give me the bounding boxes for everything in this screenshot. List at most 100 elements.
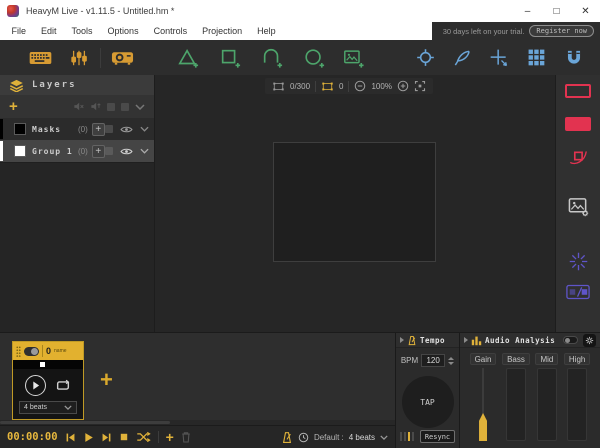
metronome-icon xyxy=(407,335,417,346)
faders-icon[interactable] xyxy=(67,46,91,70)
opacity-icon[interactable] xyxy=(121,103,129,111)
menu-controls[interactable]: Controls xyxy=(146,26,195,36)
add-sequence-transport-button[interactable]: + xyxy=(166,430,174,444)
add-square-icon[interactable] xyxy=(218,46,242,70)
collapse-panel-icon[interactable] xyxy=(400,337,404,343)
layer-color-swatch[interactable] xyxy=(14,123,26,135)
visibility-eye-icon[interactable] xyxy=(120,125,133,134)
skip-back-icon[interactable] xyxy=(65,432,76,443)
expand-layer-chevron-icon[interactable] xyxy=(140,126,149,132)
bpm-increase-icon[interactable] xyxy=(448,357,454,360)
bpm-decrease-icon[interactable] xyxy=(448,362,454,365)
fit-view-icon[interactable] xyxy=(414,80,426,92)
beat-indicator xyxy=(412,432,414,441)
sequence-card[interactable]: 0 name xyxy=(12,341,84,420)
mid-meter-track[interactable] xyxy=(537,368,557,441)
projection-surface xyxy=(273,142,436,262)
sequence-play-button[interactable] xyxy=(25,375,46,396)
tap-tempo-button[interactable]: TAP xyxy=(402,376,454,428)
window-title: HeavyM Live - v1.11.5 - Untitled.hm * xyxy=(26,6,174,16)
effects-icon[interactable] xyxy=(568,251,589,272)
gain-fader-track[interactable] xyxy=(473,368,493,441)
sequence-header[interactable]: 0 name xyxy=(13,342,83,360)
layer-row-masks[interactable]: Masks (0) + xyxy=(0,118,154,140)
sequence-loop-button[interactable] xyxy=(55,379,71,392)
menu-bar: File Edit Tools Options Controls Project… xyxy=(0,22,432,40)
menu-projection[interactable]: Projection xyxy=(195,26,250,36)
layer-fx-icon[interactable] xyxy=(105,147,113,155)
add-arch-icon[interactable] xyxy=(260,46,284,70)
add-layer-button[interactable]: + xyxy=(9,99,18,114)
projector-icon[interactable] xyxy=(110,46,134,70)
expand-layer-chevron-icon[interactable] xyxy=(140,148,149,154)
play-icon[interactable] xyxy=(83,432,94,443)
layers-controls-row: + xyxy=(0,95,154,118)
audio-analysis-toggle[interactable] xyxy=(563,336,578,344)
default-duration-value[interactable]: 4 beats xyxy=(349,433,375,442)
audio-settings-gear-icon[interactable] xyxy=(583,334,596,347)
layer-fx-icon[interactable] xyxy=(105,125,113,133)
audio-channel-high: High xyxy=(564,353,590,441)
collapse-all-chevron-icon[interactable] xyxy=(135,104,145,110)
layer-color-swatch[interactable] xyxy=(14,145,26,157)
sequence-duration-dropdown[interactable]: 4 beats xyxy=(19,401,77,414)
maximize-button[interactable]: □ xyxy=(542,0,571,22)
grid-icon[interactable] xyxy=(524,46,548,70)
add-sequence-button[interactable]: + xyxy=(100,369,113,391)
close-button[interactable]: ✕ xyxy=(571,0,600,22)
layer-color-bar xyxy=(0,119,3,139)
magnet-icon[interactable] xyxy=(562,46,586,70)
mapping-canvas[interactable]: 0/300 0 100% xyxy=(155,75,555,332)
output-target-icon[interactable] xyxy=(413,46,437,70)
sequences-scrollbar[interactable] xyxy=(0,420,395,425)
beat-indicator xyxy=(404,432,406,441)
chevron-down-icon[interactable] xyxy=(380,435,388,440)
add-point-icon[interactable] xyxy=(487,46,511,70)
outline-tool-icon[interactable] xyxy=(565,84,591,98)
freehand-draw-icon[interactable] xyxy=(450,46,474,70)
transition-icon[interactable] xyxy=(566,284,590,300)
visibility-eye-icon[interactable] xyxy=(120,147,133,156)
shape-animation-icon[interactable] xyxy=(567,145,589,167)
add-media-icon[interactable] xyxy=(341,46,365,70)
add-to-layer-button[interactable]: + xyxy=(92,145,105,158)
sequence-active-toggle[interactable] xyxy=(24,347,39,356)
stop-icon[interactable] xyxy=(119,432,129,442)
sequence-progress-strip[interactable] xyxy=(13,360,83,369)
tempo-title: Tempo xyxy=(420,336,445,345)
shuffle-icon[interactable] xyxy=(136,431,151,443)
progress-marker xyxy=(40,362,45,367)
blend-mode-icon[interactable] xyxy=(107,103,115,111)
add-triangle-icon[interactable] xyxy=(176,46,200,70)
high-meter-track[interactable] xyxy=(567,368,587,441)
menu-edit[interactable]: Edit xyxy=(34,26,65,36)
skip-forward-icon[interactable] xyxy=(101,432,112,443)
gain-fader-handle[interactable] xyxy=(479,413,487,441)
media-settings-icon[interactable] xyxy=(567,196,590,217)
add-circle-icon[interactable] xyxy=(302,46,326,70)
bass-meter-track[interactable] xyxy=(506,368,526,441)
resync-button[interactable]: Resync xyxy=(420,430,455,443)
zoom-out-icon[interactable] xyxy=(354,80,366,92)
menu-help[interactable]: Help xyxy=(250,26,284,36)
scrollbar-thumb[interactable] xyxy=(0,421,170,424)
keyboard-icon[interactable] xyxy=(28,46,52,70)
solo-all-icon[interactable] xyxy=(90,101,101,112)
minimize-button[interactable]: – xyxy=(513,0,542,22)
fill-tool-icon[interactable] xyxy=(565,117,591,131)
title-bar: HeavyM Live - v1.11.5 - Untitled.hm * – … xyxy=(0,0,600,22)
bpm-input[interactable]: 120 xyxy=(421,354,445,367)
menu-file[interactable]: File xyxy=(4,26,34,36)
register-now-button[interactable]: Register now xyxy=(529,25,594,37)
collapse-panel-icon[interactable] xyxy=(464,337,468,343)
layer-row-group-1[interactable]: Group 1 (0) + xyxy=(0,140,154,162)
zoom-in-icon[interactable] xyxy=(397,80,409,92)
menu-tools[interactable]: Tools xyxy=(64,26,100,36)
sequences-zone: 0 name xyxy=(0,333,395,448)
menu-options[interactable]: Options xyxy=(100,26,146,36)
mute-all-icon[interactable] xyxy=(73,101,84,112)
drag-handle-icon[interactable] xyxy=(16,345,21,358)
faces-frame-icon xyxy=(272,81,285,92)
sequence-name[interactable]: name xyxy=(54,348,67,354)
add-to-layer-button[interactable]: + xyxy=(92,123,105,136)
